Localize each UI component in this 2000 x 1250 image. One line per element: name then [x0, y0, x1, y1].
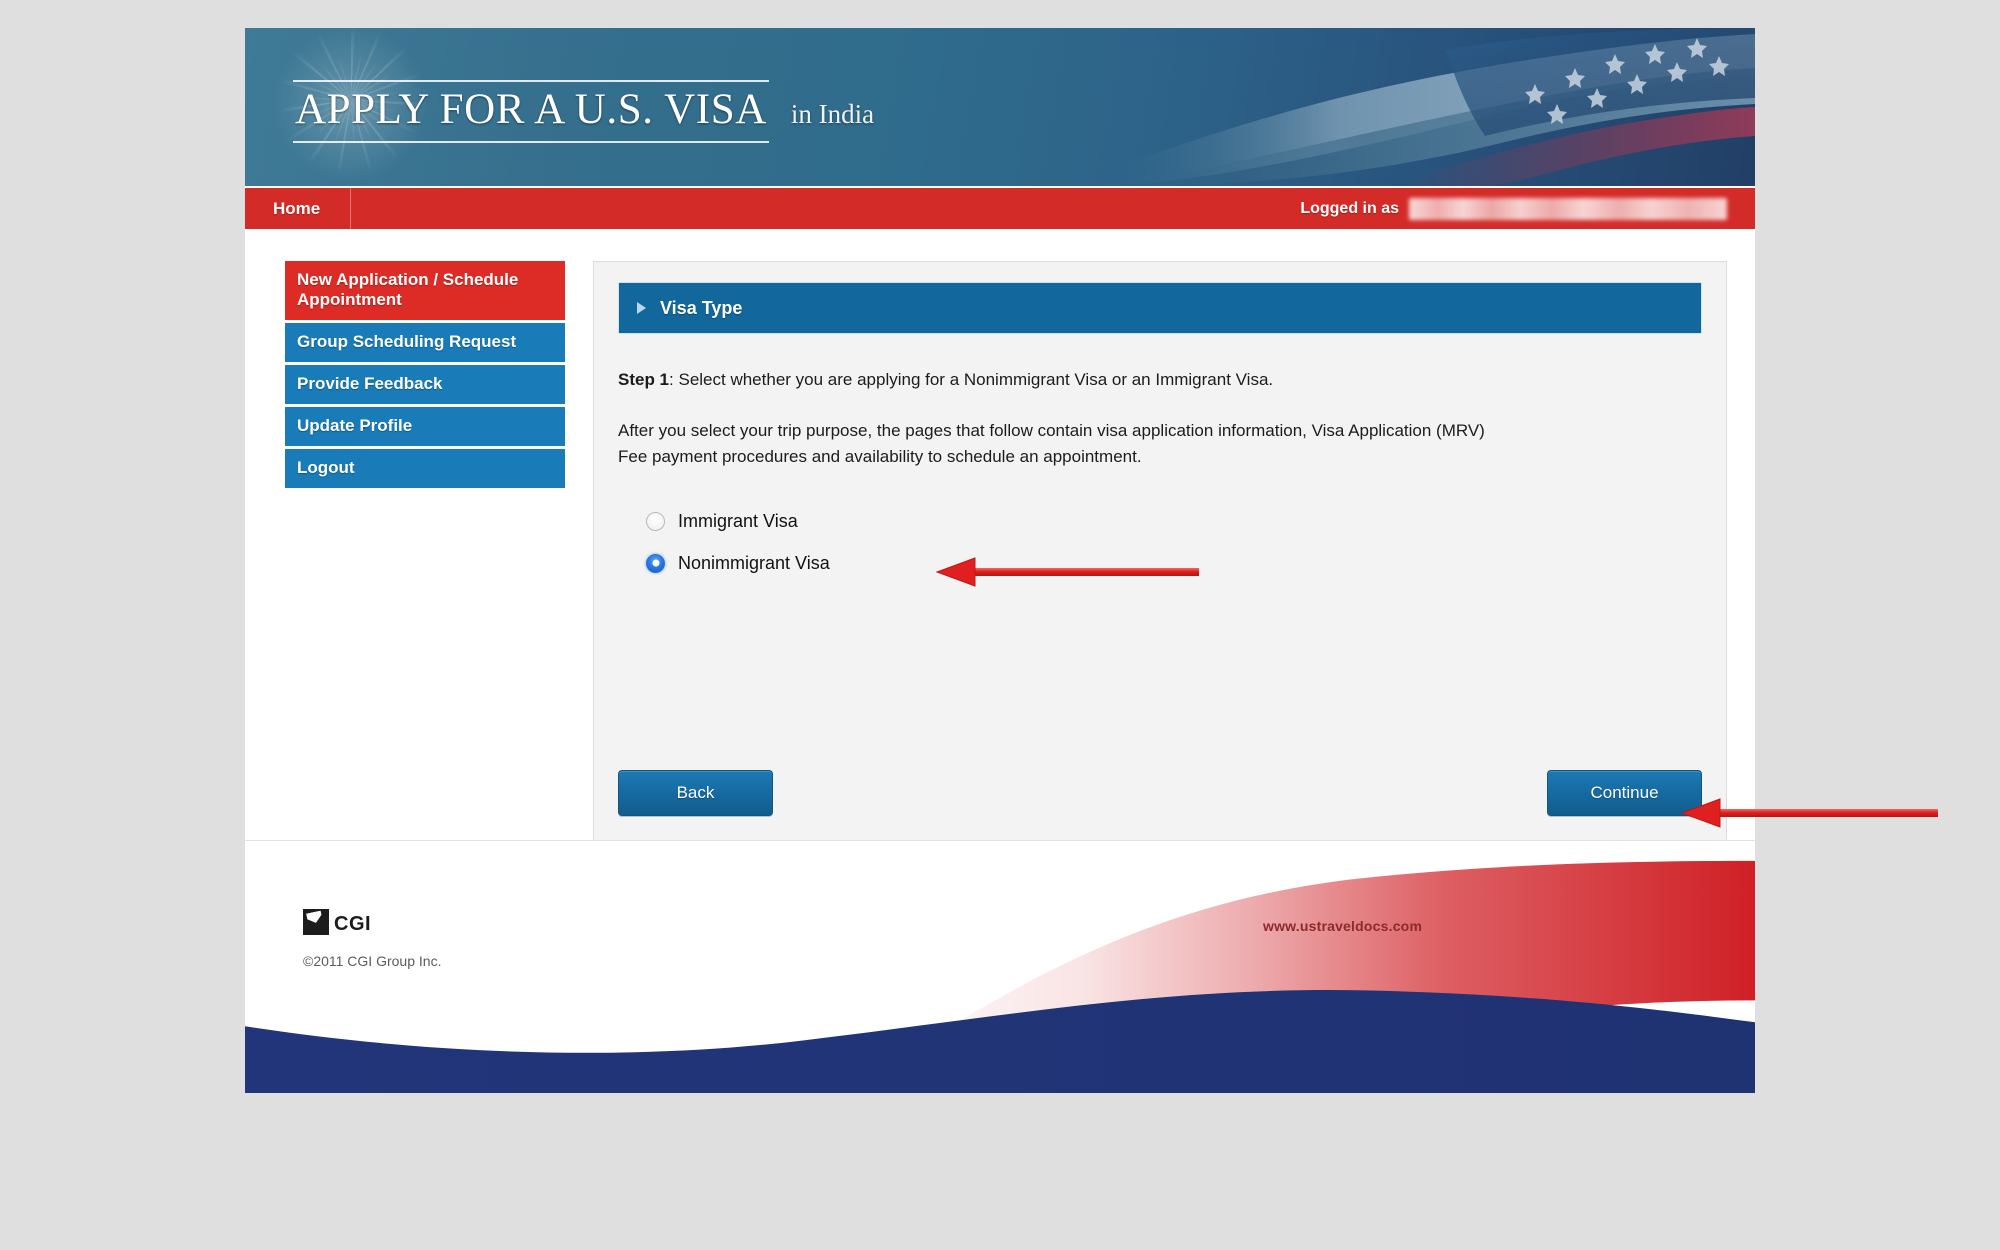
radio-nonimmigrant-visa-label: Nonimmigrant Visa [678, 552, 830, 573]
step-instruction: Step 1: Select whether you are applying … [618, 368, 1702, 393]
paragraph-line-2: Fee payment procedures and availability … [618, 446, 1142, 466]
site-banner: APPLY FOR A U.S. VISA in India [245, 28, 1755, 186]
banner-title-block: APPLY FOR A U.S. VISA in India [293, 80, 874, 143]
us-flag-icon [1115, 28, 1755, 186]
sidebar-menu: New Application / Schedule Appointment G… [245, 261, 565, 840]
radio-option-immigrant-visa[interactable]: Immigrant Visa [646, 500, 1702, 542]
browser-page: APPLY FOR A U.S. VISA in India Home Logg… [245, 28, 1755, 1093]
sidebar-item-new-application[interactable]: New Application / Schedule Appointment [285, 261, 565, 321]
content-area: New Application / Schedule Appointment G… [245, 229, 1755, 843]
visa-type-radio-group: Immigrant Visa Nonimmigrant Visa [618, 500, 1702, 584]
main-navbar: Home Logged in as [245, 186, 1755, 229]
radio-option-nonimmigrant-visa[interactable]: Nonimmigrant Visa [646, 542, 1702, 584]
footer-wave-graphic [245, 860, 1755, 1093]
radio-immigrant-visa-input[interactable] [646, 511, 665, 531]
radio-immigrant-visa-label: Immigrant Visa [678, 510, 798, 531]
sidebar-item-logout[interactable]: Logout [285, 449, 565, 489]
panel-button-row: Back Continue [618, 770, 1702, 816]
step-text: : Select whether you are applying for a … [669, 370, 1274, 389]
back-button[interactable]: Back [618, 770, 773, 816]
logged-in-username-redacted [1409, 197, 1727, 220]
sidebar-item-provide-feedback[interactable]: Provide Feedback [285, 365, 565, 405]
panel-paragraph: After you select your trip purpose, the … [618, 418, 1702, 471]
visa-type-section-header[interactable]: Visa Type [618, 282, 1702, 334]
triangle-right-icon [637, 302, 646, 314]
footer-url: www.ustraveldocs.com [1263, 918, 1423, 934]
paragraph-line-1: After you select your trip purpose, the … [618, 420, 1485, 440]
nav-home-link[interactable]: Home [245, 188, 352, 229]
continue-button[interactable]: Continue [1547, 770, 1702, 816]
visa-type-panel: Visa Type Step 1: Select whether you are… [593, 261, 1727, 843]
banner-title: APPLY FOR A U.S. VISA [293, 80, 769, 143]
site-footer: CGI ©2011 CGI Group Inc. www.ustraveldoc… [245, 840, 1755, 1093]
cgi-logo-icon [303, 909, 329, 935]
footer-copyright: ©2011 CGI Group Inc. [303, 953, 442, 969]
logged-in-status: Logged in as [1300, 197, 1755, 220]
panel-title: Visa Type [660, 297, 743, 318]
step-label: Step 1 [618, 370, 670, 389]
cgi-logo: CGI [303, 909, 371, 935]
sidebar-item-update-profile[interactable]: Update Profile [285, 407, 565, 447]
cgi-logo-text: CGI [334, 913, 372, 935]
radio-nonimmigrant-visa-input[interactable] [646, 553, 665, 573]
sidebar-item-group-scheduling[interactable]: Group Scheduling Request [285, 323, 565, 363]
banner-country: in India [790, 99, 875, 129]
logged-in-label: Logged in as [1300, 199, 1399, 217]
main-column: Visa Type Step 1: Select whether you are… [565, 261, 1755, 843]
